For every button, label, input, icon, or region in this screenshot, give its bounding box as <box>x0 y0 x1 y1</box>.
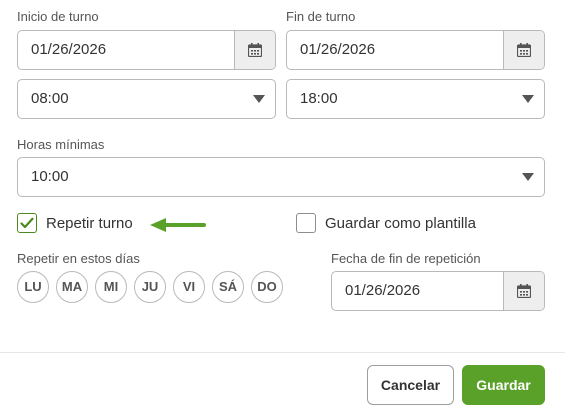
chevron-down-icon <box>522 95 534 103</box>
check-icon <box>20 217 34 229</box>
shift-start-time-value: 08:00 <box>31 90 69 107</box>
day-toggle-lu[interactable]: LU <box>17 271 49 303</box>
chevron-down-icon <box>522 173 534 181</box>
shift-start-date-value: 01/26/2026 <box>31 41 107 58</box>
shift-start-label: Inicio de turno <box>17 9 99 24</box>
repeat-shift-checkbox[interactable] <box>17 213 37 233</box>
day-toggle-sa[interactable]: SÁ <box>212 271 244 303</box>
calendar-icon[interactable] <box>503 272 544 310</box>
shift-end-label: Fin de turno <box>286 9 356 24</box>
repeat-shift-checkbox-row[interactable]: Repetir turno <box>17 213 133 233</box>
min-hours-label: Horas mínimas <box>17 137 105 152</box>
repeat-end-date-value: 01/26/2026 <box>345 282 421 299</box>
repeat-end-date-field[interactable]: 01/26/2026 <box>331 271 545 311</box>
repeat-days-label: Repetir en estos días <box>17 251 140 266</box>
shift-end-time-select[interactable]: 18:00 <box>286 79 545 119</box>
min-hours-select[interactable]: 10:00 <box>17 157 545 197</box>
save-button[interactable]: Guardar <box>462 365 545 405</box>
shift-end-date-value: 01/26/2026 <box>300 41 376 58</box>
day-toggle-vi[interactable]: VI <box>173 271 205 303</box>
save-template-label: Guardar como plantilla <box>325 214 476 232</box>
save-template-checkbox[interactable] <box>296 213 316 233</box>
day-toggle-ma[interactable]: MA <box>56 271 88 303</box>
min-hours-value: 10:00 <box>31 168 69 185</box>
cancel-button[interactable]: Cancelar <box>367 365 454 405</box>
repeat-end-label: Fecha de fin de repetición <box>331 251 481 266</box>
save-template-checkbox-row[interactable]: Guardar como plantilla <box>296 213 476 233</box>
shift-start-time-select[interactable]: 08:00 <box>17 79 276 119</box>
shift-start-date-field[interactable]: 01/26/2026 <box>17 30 276 70</box>
calendar-icon[interactable] <box>234 31 275 69</box>
footer-divider <box>0 352 565 353</box>
day-toggle-do[interactable]: DO <box>251 271 283 303</box>
shift-end-time-value: 18:00 <box>300 90 338 107</box>
shift-end-date-field[interactable]: 01/26/2026 <box>286 30 545 70</box>
calendar-icon[interactable] <box>503 31 544 69</box>
chevron-down-icon <box>253 95 265 103</box>
repeat-shift-label: Repetir turno <box>46 214 133 232</box>
day-toggle-ju[interactable]: JU <box>134 271 166 303</box>
arrow-left-icon <box>150 218 206 232</box>
day-toggle-mi[interactable]: MI <box>95 271 127 303</box>
